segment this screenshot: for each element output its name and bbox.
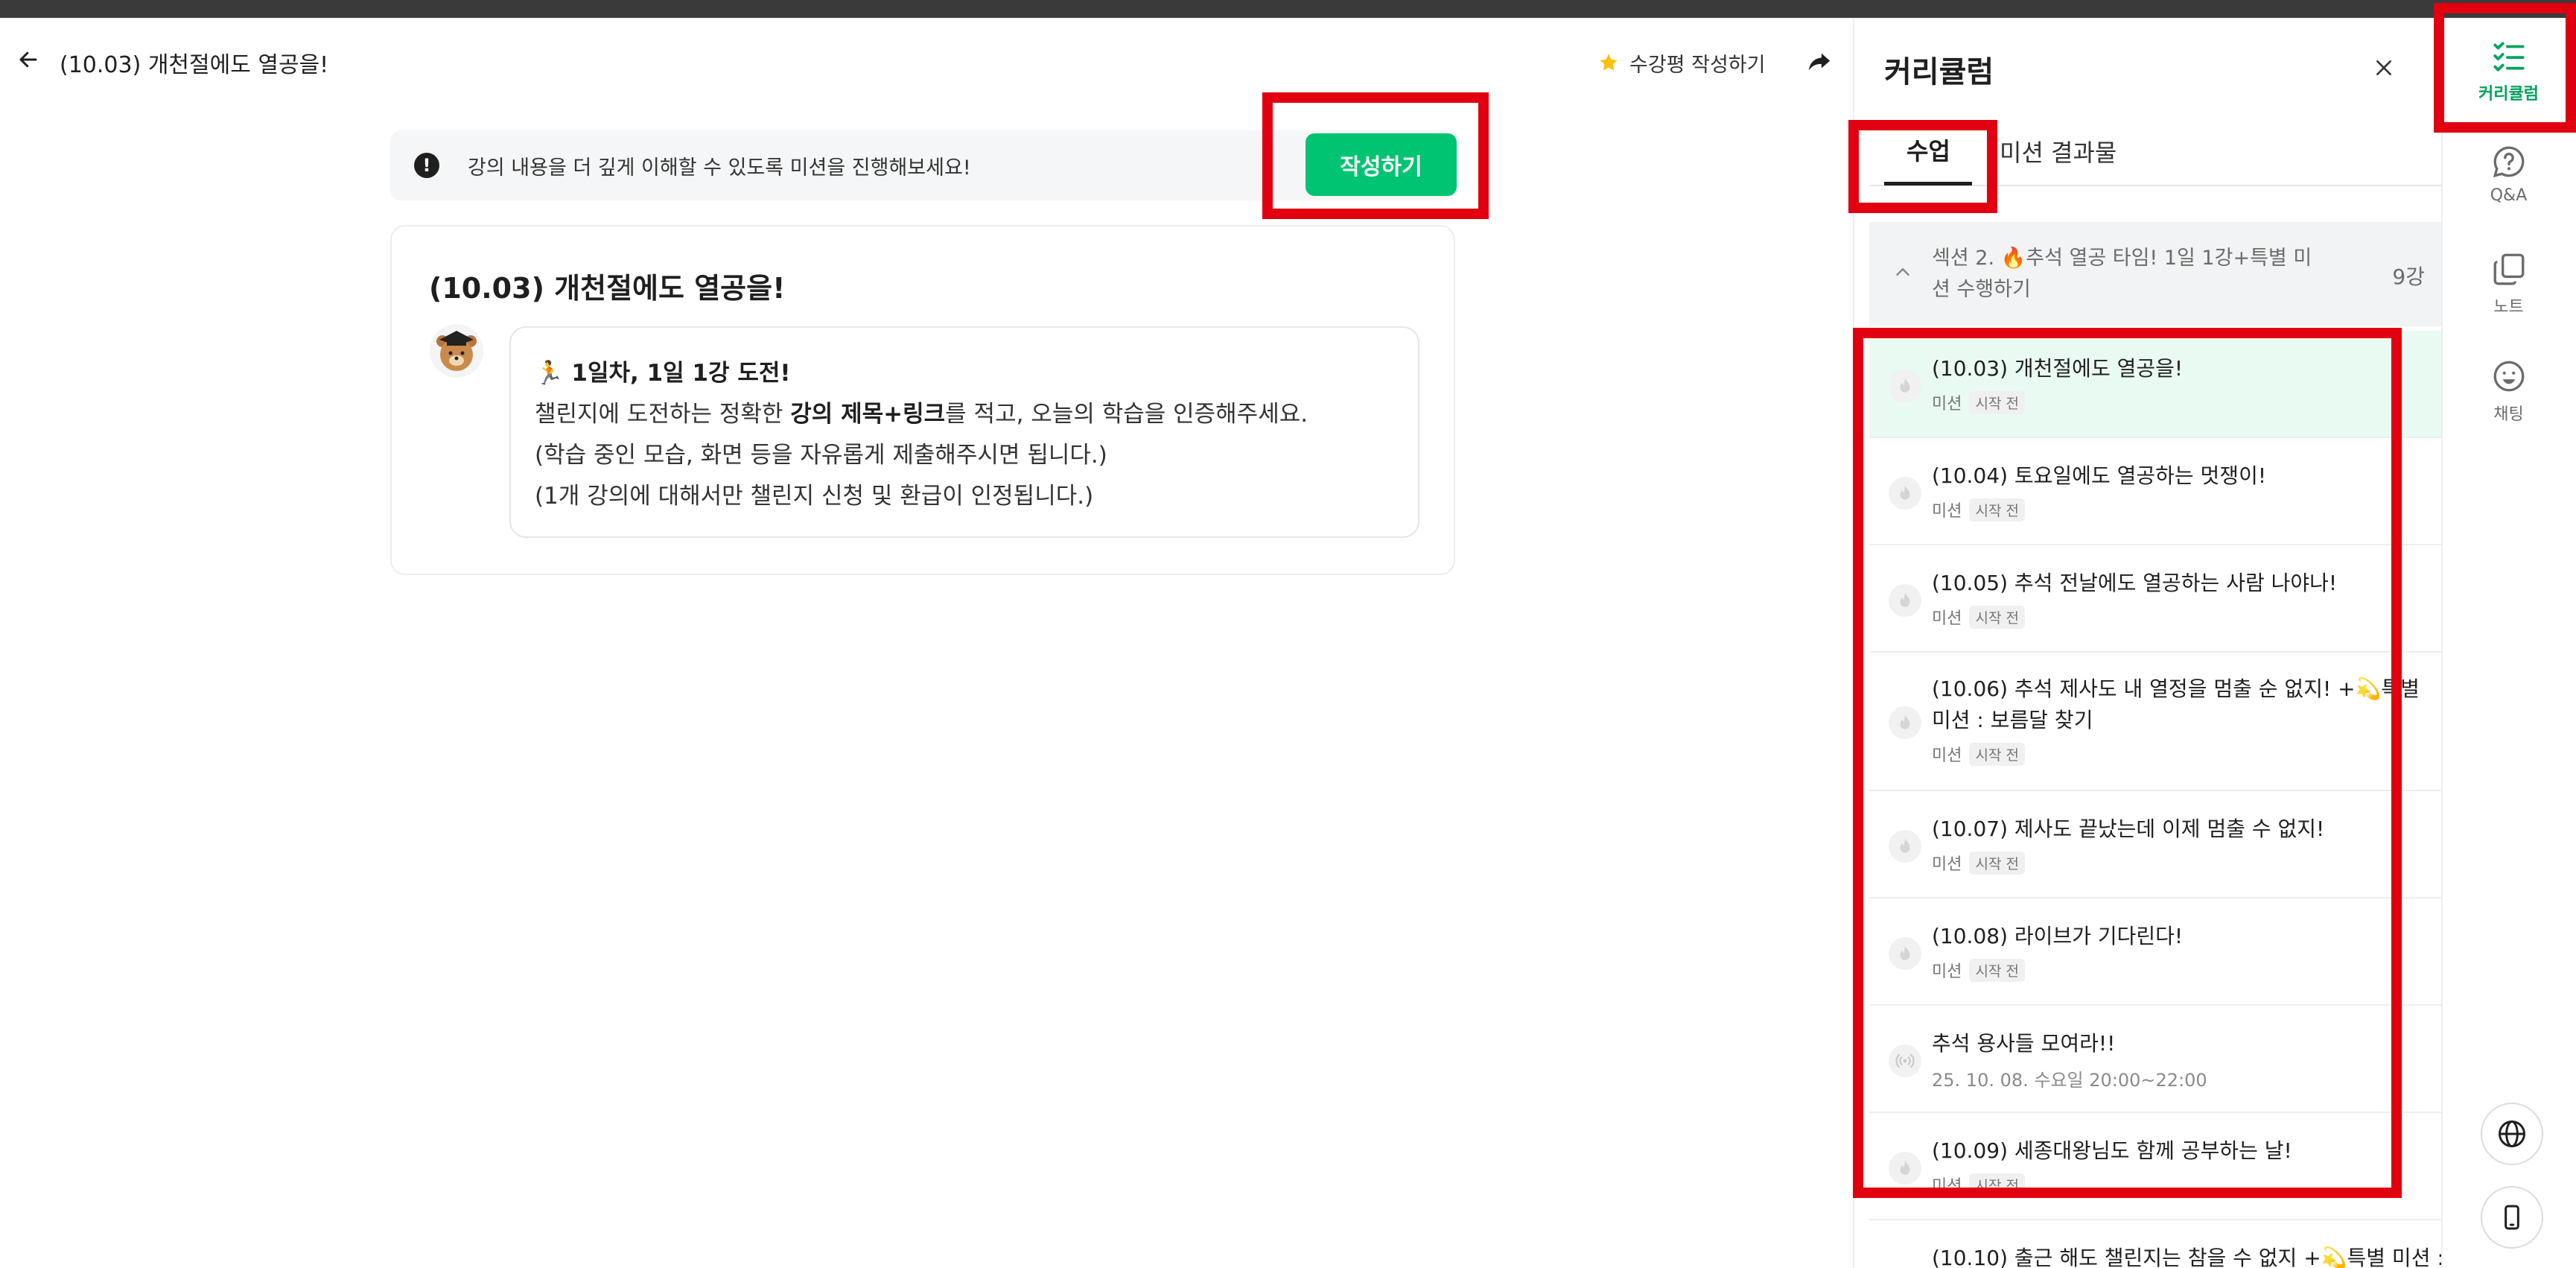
browser-top-bar [0, 0, 2576, 18]
copy-note-icon [2493, 253, 2524, 285]
nav-chat[interactable]: 채팅 [2441, 358, 2576, 425]
section-header[interactable]: 섹션 2. 🔥추석 열공 타임! 1일 1강+특별 미션 수행하기 9강 [1869, 222, 2441, 326]
write-review-button[interactable]: 수강평 작성하기 [1598, 48, 1765, 77]
panel-title: 커리큘럼 [1884, 55, 1994, 89]
review-label: 수강평 작성하기 [1629, 53, 1766, 77]
nav-note-label: 노트 [2493, 298, 2524, 317]
card-title: (10.03) 개천절에도 열공을! [429, 272, 786, 305]
chevron-up-icon [1896, 267, 1909, 276]
mobile-icon [2505, 1205, 2519, 1230]
highlight-box [1262, 92, 1489, 219]
line2-bold: 강의 제목+링크 [790, 401, 946, 428]
lesson-title: (10.10) 출근 해도 챌린지는 참을 수 없지 +💫특별 미션 : [1932, 1246, 2441, 1268]
nav-chat-label: 채팅 [2493, 405, 2524, 424]
section-lesson-count: 9강 [2392, 264, 2425, 289]
mobile-button[interactable] [2481, 1186, 2543, 1249]
lesson-item[interactable]: (10.10) 출근 해도 챌린지는 참을 수 없지 +💫특별 미션 : [1869, 1220, 2441, 1268]
tab-mission-results[interactable]: 미션 결과물 [2000, 134, 2117, 168]
language-button[interactable] [2481, 1103, 2543, 1165]
mission-headline: 🏃 1일차, 1일 1강 도전! [535, 353, 1394, 394]
star-icon [1600, 54, 1618, 71]
section-title: 섹션 2. 🔥추석 열공 타임! 1일 1강+특별 미션 수행하기 [1932, 247, 2312, 301]
notice-text: 강의 내용을 더 깊게 이해할 수 있도록 미션을 진행해보세요! [468, 156, 971, 180]
mission-description: 🏃 1일차, 1일 1강 도전! 챌린지에 도전하는 정확한 강의 제목+링크를… [509, 326, 1419, 538]
highlight-box [2434, 3, 2576, 133]
globe-icon [2499, 1120, 2525, 1147]
highlight-box [1848, 120, 1997, 213]
close-icon [2376, 60, 2391, 75]
exclamation-icon: ! [414, 153, 439, 178]
nav-qa-label: Q&A [2490, 186, 2528, 205]
smile-icon [2493, 361, 2524, 392]
nav-qa[interactable]: Q&A [2441, 143, 2576, 205]
share-button[interactable] [1802, 45, 1836, 79]
back-button[interactable] [13, 45, 43, 75]
close-panel-button[interactable] [2368, 52, 2400, 83]
headline-text: 1일차, 1일 1강 도전! [571, 360, 791, 387]
runner-icon: 🏃 [535, 360, 572, 387]
highlight-box [1853, 328, 2402, 1198]
question-bubble-icon [2493, 146, 2524, 178]
share-icon [1808, 53, 1831, 71]
page-title: (10.03) 개천절에도 열공을! [60, 52, 329, 78]
lecture-card: (10.03) 개천절에도 열공을! 🏃 1일차, 1일 1강 도전! 챌린지에… [390, 225, 1455, 575]
line2-pre: 챌린지에 도전하는 정확한 [535, 401, 791, 428]
mission-line-4: (1개 강의에 대해서만 챌린지 신청 및 환급이 인정됩니다.) [535, 483, 1094, 510]
right-side-nav [2441, 18, 2576, 1268]
arrow-left-icon [19, 51, 37, 68]
nav-note[interactable]: 노트 [2441, 250, 2576, 317]
bear-avatar-icon [430, 324, 483, 378]
mission-line-3: (학습 중인 모습, 화면 등을 자유롭게 제출해주시면 됩니다.) [535, 442, 1107, 469]
mission-line-2: 챌린지에 도전하는 정확한 강의 제목+링크를 적고, 오늘의 학습을 인증해주… [535, 394, 1394, 435]
line2-post: 를 적고, 오늘의 학습을 인증해주세요. [945, 401, 1308, 428]
